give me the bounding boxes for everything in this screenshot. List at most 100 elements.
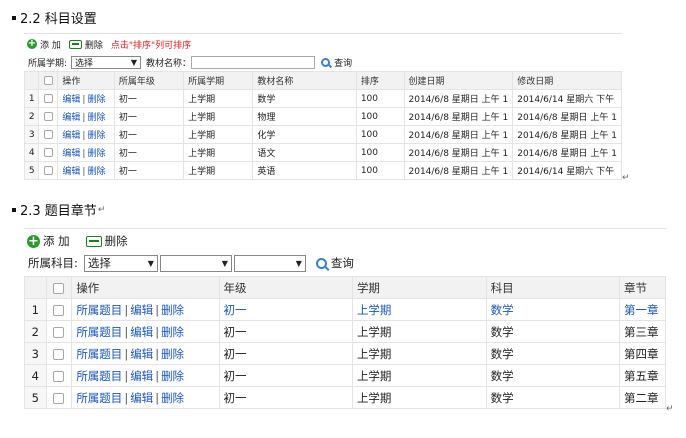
return-mark-icon: ↵ — [622, 173, 630, 183]
subject-settings-panel: + 添 加 删除 点击"排序"列可排序 所属学期: 选择 ▼ 教材名称： 查询 — [24, 33, 622, 184]
delete-link[interactable]: 删除 — [161, 303, 184, 317]
return-mark-icon: ↵ — [666, 404, 674, 414]
questions-link[interactable]: 所属题目 — [76, 325, 122, 339]
row-checkbox[interactable] — [43, 165, 53, 175]
row-checkbox-cell — [38, 89, 59, 108]
edit-link[interactable]: 编辑 — [62, 167, 80, 177]
edit-link[interactable]: 编辑 — [130, 303, 153, 317]
select-all-checkbox[interactable] — [53, 282, 65, 294]
semester-cell: 上学期 — [183, 107, 254, 126]
edit-link[interactable]: 编辑 — [130, 369, 153, 383]
edit-link[interactable]: 编辑 — [62, 131, 80, 141]
row-actions: 所属题目 | 编辑 | 删除 — [71, 320, 220, 343]
semester-cell: 上学期 — [183, 89, 254, 108]
row-checkbox[interactable] — [53, 348, 65, 360]
delete-button[interactable]: 删除 — [85, 233, 128, 249]
delete-button[interactable]: 删除 — [68, 38, 103, 51]
edit-link[interactable]: 编辑 — [130, 391, 153, 405]
grade-cell: 初一 — [113, 107, 185, 126]
row-number: 2 — [24, 107, 40, 126]
column-header-chapter[interactable]: 章节 — [619, 276, 666, 299]
delete-link[interactable]: 删除 — [87, 131, 105, 141]
delete-link[interactable]: 删除 — [161, 347, 184, 361]
sort-cell: 100 — [355, 107, 405, 126]
sort-tip: 点击"排序"列可排序 — [110, 40, 192, 51]
grade-cell: 初一 — [218, 342, 353, 365]
column-header-semester[interactable]: 所属学期 — [183, 71, 254, 90]
table-row: 4 编辑 | 删除 初一 上学期 语文 100 2014/6/8 星期日 上午 1 2014/6/… — [24, 143, 622, 162]
questions-link[interactable]: 所属题目 — [76, 347, 122, 361]
add-button[interactable]: + 添 加 — [27, 233, 70, 249]
semester-cell: 上学期 — [351, 298, 487, 321]
column-header-textbook[interactable]: 教材名称 — [252, 71, 357, 90]
delete-link[interactable]: 删除 — [87, 95, 105, 105]
row-actions: 所属题目 | 编辑 | 删除 — [71, 342, 220, 365]
table-row[interactable]: 3 所属题目 | 编辑 | 删除 初一 上学期 数学 第四章 — [24, 342, 666, 365]
column-header-created[interactable]: 创建日期 — [403, 71, 514, 90]
table-row: 1 编辑 | 删除 初一 上学期 数学 100 2014/6/8 星期日 上午 1 2014/6/… — [24, 89, 622, 108]
return-mark-icon: ↵ — [97, 204, 106, 215]
row-checkbox[interactable] — [43, 111, 53, 121]
row-checkbox[interactable] — [53, 370, 65, 382]
semester-select[interactable]: ▼ — [233, 254, 306, 272]
query-button[interactable]: 查询 — [321, 56, 352, 69]
delete-link[interactable]: 删除 — [87, 113, 105, 123]
row-checkbox-cell — [38, 125, 59, 144]
separator: | — [82, 167, 86, 177]
delete-link[interactable]: 删除 — [161, 369, 184, 383]
row-checkbox[interactable] — [53, 304, 65, 316]
row-actions: 所属题目 | 编辑 | 删除 — [71, 386, 220, 409]
chapter-cell: 第四章 — [619, 342, 666, 365]
chapter-cell: 第五章 — [619, 364, 666, 387]
semester-label: 所属学期: — [28, 59, 68, 69]
select-all-checkbox-cell — [45, 276, 73, 299]
edit-link[interactable]: 编辑 — [130, 325, 153, 339]
row-checkbox[interactable] — [43, 93, 53, 103]
table-header-row: 操作 所属年级 所属学期 教材名称 排序 创建日期 修改日期 — [24, 71, 622, 90]
column-header-sort[interactable]: 排序 — [355, 71, 405, 90]
chevron-down-icon: ▼ — [130, 58, 138, 67]
row-checkbox[interactable] — [53, 326, 65, 338]
textbook-input[interactable] — [191, 56, 316, 69]
sort-cell: 100 — [355, 161, 405, 180]
edit-link[interactable]: 编辑 — [62, 149, 80, 159]
semester-select[interactable]: 选择 ▼ — [71, 56, 142, 69]
separator: | — [155, 302, 160, 317]
edit-link[interactable]: 编辑 — [62, 113, 80, 123]
row-checkbox[interactable] — [53, 392, 65, 404]
row-number: 2 — [24, 320, 47, 343]
table-row[interactable]: 4 所属题目 | 编辑 | 删除 初一 上学期 数学 第五章 — [24, 364, 666, 387]
semester-cell: 上学期 — [183, 125, 254, 144]
column-header-grade[interactable]: 所属年级 — [113, 71, 185, 90]
subject-cell: 数学 — [485, 320, 621, 343]
add-button[interactable]: + 添 加 — [27, 38, 61, 51]
chapters-panel: + 添 加 删除 所属科目: 选择 ▼ ▼ ▼ 查询 操作 年级 学期 科目 章… — [24, 228, 666, 415]
questions-link[interactable]: 所属题目 — [76, 391, 122, 405]
table-row[interactable]: 5 所属题目 | 编辑 | 删除 初一 上学期 数学 第二章 — [24, 386, 666, 409]
query-button[interactable]: 查询 — [315, 255, 354, 271]
table-row[interactable]: 1 所属题目 | 编辑 | 删除 初一 上学期 数学 第一章 — [24, 298, 666, 321]
grade-select[interactable]: ▼ — [159, 254, 232, 272]
row-checkbox[interactable] — [43, 129, 53, 139]
row-checkbox-cell — [45, 342, 73, 365]
delete-link[interactable]: 删除 — [161, 391, 184, 405]
edit-link[interactable]: 编辑 — [130, 347, 153, 361]
delete-link[interactable]: 删除 — [87, 149, 105, 159]
delete-link[interactable]: 删除 — [87, 167, 105, 177]
questions-link[interactable]: 所属题目 — [76, 369, 122, 383]
delete-link[interactable]: 删除 — [161, 325, 184, 339]
column-header-grade[interactable]: 年级 — [218, 276, 353, 299]
row-checkbox[interactable] — [43, 147, 53, 157]
table-row[interactable]: 2 所属题目 | 编辑 | 删除 初一 上学期 数学 第三章 — [24, 320, 666, 343]
column-header-semester[interactable]: 学期 — [351, 276, 487, 299]
edit-link[interactable]: 编辑 — [62, 95, 80, 105]
questions-link[interactable]: 所属题目 — [76, 303, 122, 317]
select-all-checkbox[interactable] — [43, 75, 53, 85]
grade-cell: 初一 — [218, 298, 353, 321]
column-header-modified[interactable]: 修改日期 — [512, 71, 622, 90]
sort-cell: 100 — [355, 89, 405, 108]
row-checkbox-cell — [38, 107, 59, 126]
modified-date-cell: 2014/6/8 星期日 上午 1 — [512, 107, 622, 126]
column-header-subject[interactable]: 科目 — [485, 276, 621, 299]
subject-select[interactable]: 选择 ▼ — [83, 254, 158, 272]
